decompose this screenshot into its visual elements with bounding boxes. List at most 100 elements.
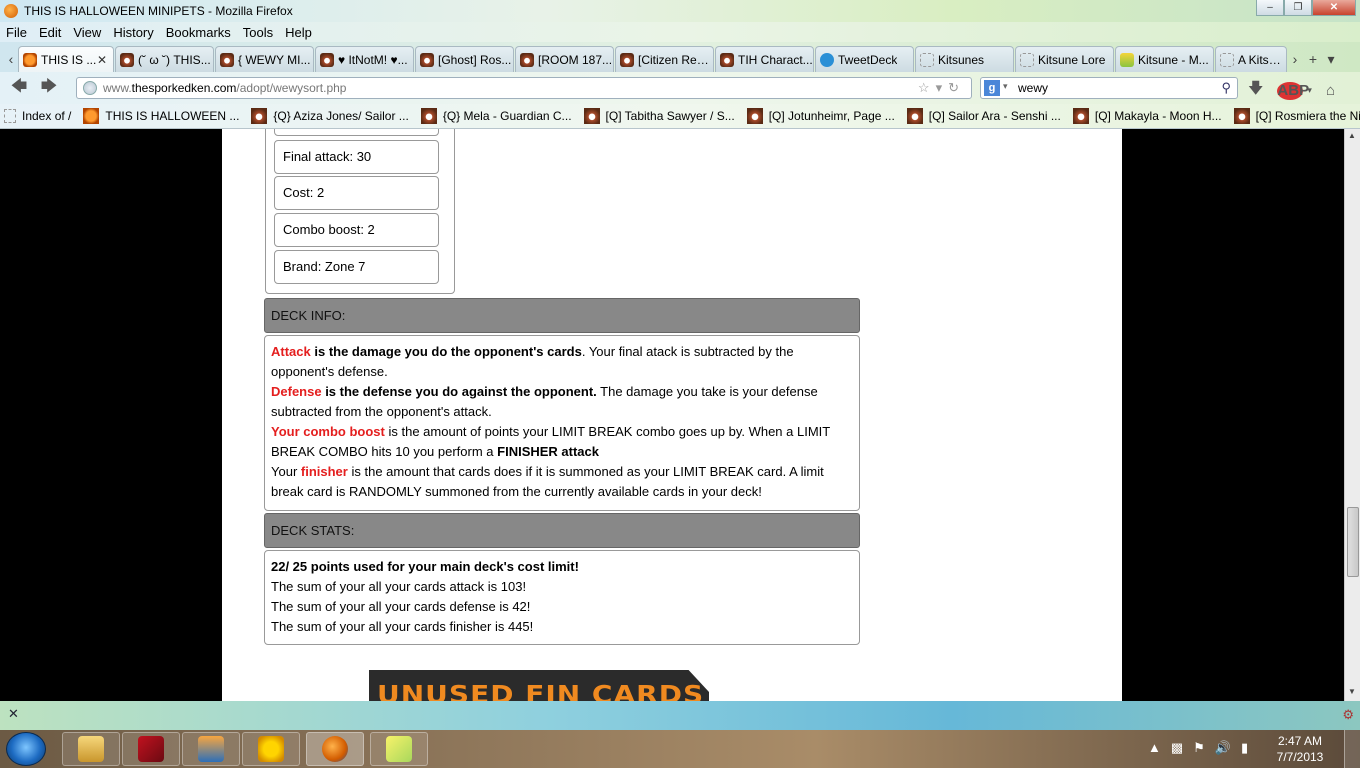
- tab-kitsune-m[interactable]: Kitsune - M...: [1115, 46, 1214, 72]
- menu-file[interactable]: File: [6, 25, 27, 40]
- tray-expand-icon[interactable]: ▲: [1148, 740, 1171, 755]
- maximize-button[interactable]: ❐: [1284, 0, 1312, 16]
- clock-date: 7/7/2013: [1276, 750, 1324, 764]
- tab-label: (˘ ω ˘) THIS...: [138, 52, 211, 67]
- tab-tweetdeck[interactable]: TweetDeck: [815, 46, 914, 72]
- menu-view[interactable]: View: [73, 25, 101, 40]
- menu-tools[interactable]: Tools: [243, 25, 273, 40]
- scroll-down-icon[interactable]: ▼: [1348, 687, 1356, 696]
- network-signal-icon[interactable]: ▮: [1241, 740, 1258, 755]
- taskbar-kaspersky[interactable]: [122, 732, 180, 766]
- bookmark-makayla[interactable]: [Q] Makayla - Moon H...: [1072, 108, 1222, 124]
- menu-bookmarks[interactable]: Bookmarks: [166, 25, 231, 40]
- show-desktop-button[interactable]: [1344, 730, 1360, 768]
- taskbar-explorer[interactable]: [62, 732, 120, 766]
- taskbar-aim[interactable]: [242, 732, 300, 766]
- new-tab-icon[interactable]: +: [1302, 46, 1324, 72]
- finisher-rest: is the amount that cards does if it is s…: [271, 464, 824, 499]
- taskbar-sticky-notes[interactable]: [370, 732, 428, 766]
- bookmark-label: [Q] Tabitha Sawyer / S...: [605, 109, 735, 123]
- tab-ghost[interactable]: [Ghost] Ros...: [415, 46, 514, 72]
- bookmark-sailor-ara[interactable]: [Q] Sailor Ara - Senshi ...: [906, 108, 1061, 124]
- tray-device-icon[interactable]: ▩: [1171, 740, 1193, 755]
- tab-list-icon[interactable]: ▾: [1324, 46, 1338, 72]
- tab-kitsune-lore[interactable]: Kitsune Lore: [1015, 46, 1114, 72]
- addon-icon[interactable]: ⚙: [1342, 707, 1354, 723]
- kaspersky-icon: [138, 736, 164, 762]
- action-center-flag-icon[interactable]: ⚑: [1193, 740, 1215, 755]
- url-domain: thesporkedken.com: [131, 81, 237, 95]
- taskbar-firefox[interactable]: [306, 732, 364, 766]
- downloads-icon[interactable]: 🡇: [1248, 78, 1263, 103]
- menu-history[interactable]: History: [113, 25, 153, 40]
- url-bar[interactable]: www.thesporkedken.com/adopt/wewysort.php…: [76, 77, 972, 99]
- minimize-button[interactable]: –: [1256, 0, 1284, 16]
- tab-room[interactable]: [ROOM 187...: [515, 46, 614, 72]
- window-controls: – ❐ ✕: [1256, 0, 1356, 16]
- tab-scroll-left-icon[interactable]: ‹: [4, 46, 18, 72]
- tab-label: [Citizen Req...: [638, 52, 713, 67]
- volume-icon[interactable]: 🔊: [1215, 740, 1241, 755]
- aim-icon: [258, 736, 284, 762]
- tab-a-kitsune[interactable]: A Kitsune: [1215, 46, 1287, 72]
- adblock-dropdown-icon[interactable]: ▾: [1307, 85, 1312, 96]
- bookmark-label: THIS IS HALLOWEEN ...: [105, 109, 240, 123]
- close-window-button[interactable]: ✕: [1312, 0, 1356, 16]
- site-identity-icon[interactable]: [83, 81, 97, 95]
- page-scrollbar[interactable]: ▲ ▼: [1344, 129, 1360, 701]
- search-icon[interactable]: ⚲: [1221, 80, 1231, 96]
- menu-edit[interactable]: Edit: [39, 25, 61, 40]
- bookmark-label: [Q] Sailor Ara - Senshi ...: [928, 109, 1061, 123]
- deck-finisher-line: The sum of your all your cards finisher …: [271, 619, 534, 634]
- google-icon[interactable]: g: [984, 80, 1000, 96]
- bookmark-tabitha[interactable]: [Q] Tabitha Sawyer / S...: [583, 108, 735, 124]
- deck-info-heading: DECK INFO:: [264, 298, 860, 333]
- bookmark-index[interactable]: Index of /: [4, 109, 71, 123]
- tab-tih[interactable]: TIH Charact...: [715, 46, 814, 72]
- scroll-up-icon[interactable]: ▲: [1348, 131, 1356, 140]
- bookmark-star-icon[interactable]: ☆: [918, 80, 936, 95]
- tab-label: A Kitsune: [1238, 52, 1286, 67]
- tab-this-is-halloween[interactable]: THIS IS ... ✕: [18, 46, 114, 72]
- bookmark-rosmiera[interactable]: [Q] Rosmiera the Nigh...: [1233, 108, 1360, 124]
- bookmark-mela[interactable]: {Q} Mela - Guardian C...: [420, 108, 572, 124]
- close-addon-bar-icon[interactable]: ✕: [8, 706, 19, 722]
- tab-citizen[interactable]: [Citizen Req...: [615, 46, 714, 72]
- finisher-term: finisher: [300, 464, 348, 479]
- finisher-lead: Your: [271, 464, 301, 479]
- firefox-icon: [322, 736, 348, 762]
- bookmark-label: Index of /: [22, 109, 72, 123]
- minipet-icon: [1072, 108, 1089, 124]
- url-actions: ☆▾↻: [918, 80, 965, 96]
- menu-help[interactable]: Help: [285, 25, 312, 40]
- tab-kitsunes[interactable]: Kitsunes: [915, 46, 1014, 72]
- adblock-icon[interactable]: ABP: [1277, 81, 1309, 100]
- bookmark-label: [Q] Jotunheimr, Page ...: [768, 109, 895, 123]
- start-button[interactable]: [6, 732, 46, 766]
- search-engine-dropdown-icon[interactable]: ▾: [1003, 81, 1008, 92]
- taskbar-media-player[interactable]: [182, 732, 240, 766]
- tab-wewy[interactable]: { WEWY MI...: [215, 46, 314, 72]
- minipet-icon: [583, 108, 600, 124]
- bookmark-aziza[interactable]: {Q} Aziza Jones/ Sailor ...: [251, 108, 409, 124]
- windows-taskbar: ▲▩⚑🔊▮ 2:47 AM 7/7/2013: [0, 730, 1360, 768]
- tab-label: Kitsunes: [938, 52, 985, 67]
- bookmark-halloween[interactable]: THIS IS HALLOWEEN ...: [83, 108, 239, 124]
- tab-scroll-right-icon[interactable]: ›: [1288, 46, 1302, 72]
- url-text: www.thesporkedken.com/adopt/wewysort.php: [103, 81, 346, 95]
- system-clock[interactable]: 2:47 AM 7/7/2013: [1270, 733, 1330, 765]
- scrollbar-thumb[interactable]: [1347, 507, 1359, 577]
- tab-minipet-1[interactable]: (˘ ω ˘) THIS...: [115, 46, 214, 72]
- deck-stats-body: 22/ 25 points used for your main deck's …: [264, 550, 860, 645]
- card-stat-combo-boost: Combo boost: 2: [274, 213, 439, 247]
- home-icon[interactable]: ⌂: [1326, 82, 1335, 99]
- forward-icon[interactable]: 🡆: [38, 75, 60, 102]
- tab-itnotm[interactable]: ♥ ItNotM! ♥...: [315, 46, 414, 72]
- close-tab-icon[interactable]: ✕: [97, 53, 107, 67]
- reload-icon[interactable]: ↻: [948, 80, 965, 95]
- bookmark-jotunheimr[interactable]: [Q] Jotunheimr, Page ...: [746, 108, 895, 124]
- search-box[interactable]: g ▾ wewy ⚲: [980, 77, 1238, 99]
- back-icon[interactable]: 🡄: [8, 75, 30, 102]
- folder-icon: [78, 736, 104, 762]
- history-dropdown-icon[interactable]: ▾: [936, 80, 949, 95]
